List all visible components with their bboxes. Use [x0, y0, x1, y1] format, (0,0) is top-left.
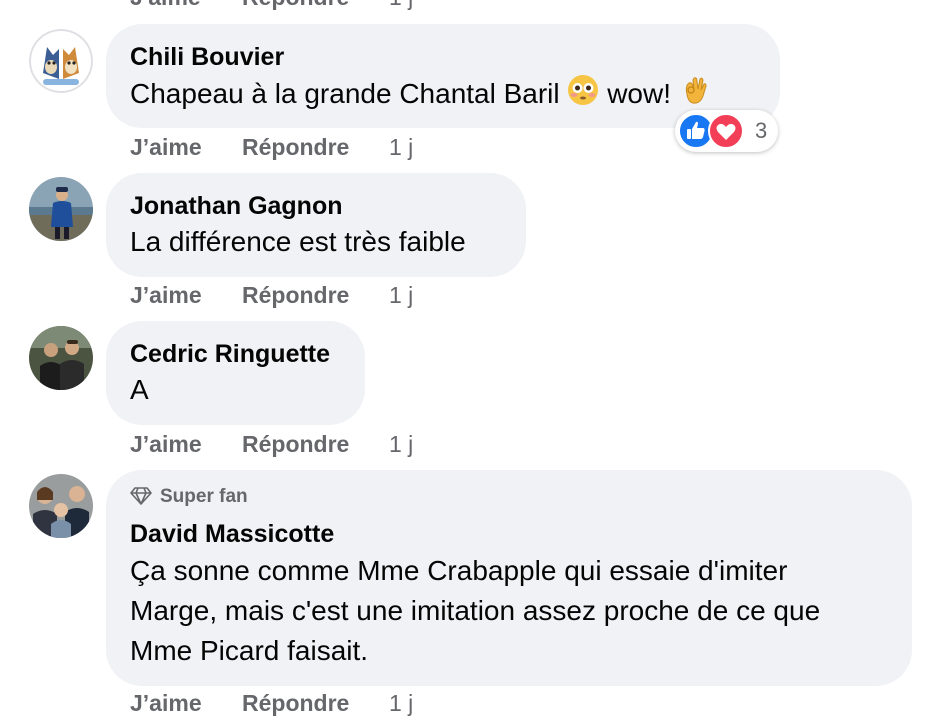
- badge-label: Super fan: [160, 486, 248, 507]
- like-button[interactable]: J’aime: [130, 134, 202, 161]
- comment-text-line: Mme Picard faisait.: [130, 635, 369, 666]
- reaction-summary[interactable]: 3: [675, 110, 778, 152]
- timestamp[interactable]: 1 j: [389, 431, 413, 458]
- timestamp[interactable]: 1 j: [389, 282, 413, 309]
- comment-bubble: Jonathan Gagnon La différence est très f…: [106, 173, 526, 277]
- comment-text-line: Marge, mais c'est une imitation assez pr…: [130, 595, 821, 626]
- comment-bubble: Super fan David Massicotte Ça sonne comm…: [106, 470, 912, 686]
- flushed-face-emoji: [567, 74, 599, 117]
- like-button[interactable]: J’aime: [130, 431, 202, 458]
- avatar[interactable]: [29, 29, 93, 93]
- comment-text: Chapeau à la grande Chantal Baril wow!: [130, 74, 711, 117]
- reply-button[interactable]: Répondre: [242, 690, 349, 717]
- comment-author[interactable]: Jonathan Gagnon: [130, 191, 343, 221]
- like-button[interactable]: J’aime: [130, 690, 202, 717]
- comment-author[interactable]: Chili Bouvier: [130, 42, 284, 72]
- timestamp[interactable]: 1 j: [389, 690, 413, 717]
- comment-text: A: [130, 374, 149, 405]
- reply-button[interactable]: Répondre: [242, 431, 349, 458]
- like-button[interactable]: J’aime: [130, 282, 202, 309]
- reply-button[interactable]: Répondre: [242, 134, 349, 161]
- comment-author[interactable]: David Massicotte: [130, 519, 334, 549]
- avatar[interactable]: [29, 177, 93, 241]
- avatar[interactable]: [29, 326, 93, 390]
- reply-button[interactable]: Répondre: [242, 0, 349, 11]
- comment-text-line: Ça sonne comme Mme Crabapple qui essaie …: [130, 555, 788, 586]
- reaction-count: 3: [755, 118, 768, 143]
- comment-author[interactable]: Cedric Ringuette: [130, 339, 330, 369]
- like-button[interactable]: J'aime: [130, 0, 201, 11]
- comment-bubble: Cedric Ringuette A: [106, 321, 365, 425]
- reply-button[interactable]: Répondre: [242, 282, 349, 309]
- timestamp[interactable]: 1 j: [389, 0, 413, 11]
- avatar[interactable]: [29, 474, 93, 538]
- comment-text: La différence est très faible: [130, 226, 466, 257]
- timestamp[interactable]: 1 j: [389, 134, 413, 161]
- love-reaction-icon: [708, 113, 744, 154]
- super-fan-badge[interactable]: Super fan: [130, 486, 248, 508]
- diamond-icon: [130, 487, 152, 505]
